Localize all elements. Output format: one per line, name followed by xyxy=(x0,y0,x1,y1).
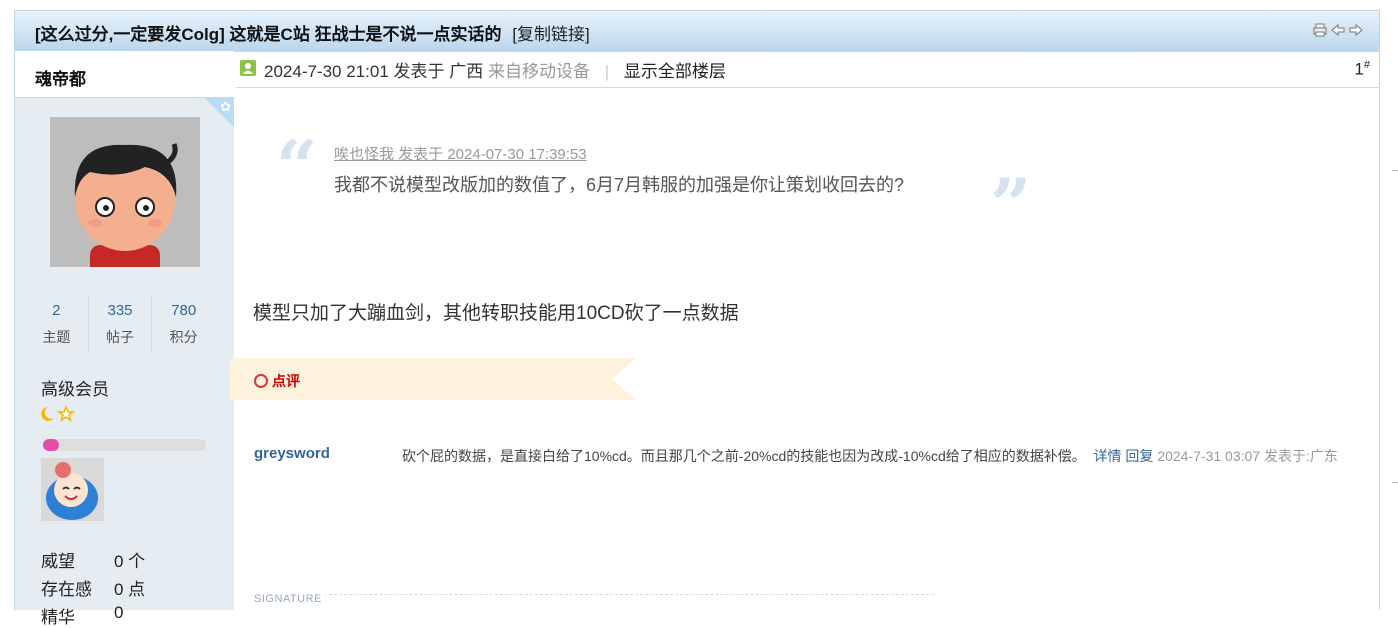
divider xyxy=(1392,170,1398,171)
info-label: 存在感 xyxy=(41,580,92,599)
info-value: 0 个 xyxy=(114,552,146,571)
info-presence: 存在感 0 点 xyxy=(41,575,145,600)
author-name[interactable]: 魂帝都 xyxy=(35,65,86,90)
comment-label: 点评 xyxy=(272,373,300,389)
info-label: 精华 xyxy=(41,608,75,627)
online-status-icon xyxy=(240,60,256,76)
stat-points[interactable]: 780 积分 xyxy=(152,297,215,353)
quote-author-link[interactable]: 唉也怪我 发表于 2024-07-30 17:39:53 xyxy=(334,143,587,164)
author-stats: 2 主题 335 帖子 780 积分 xyxy=(25,297,215,353)
stat-posts[interactable]: 335 帖子 xyxy=(89,297,153,353)
comment-content: 砍个屁的数据，是直接白给了10%cd。而且那几个之前-20%cd的技能也因为改成… xyxy=(402,441,1364,471)
meta-separator: | xyxy=(604,62,610,81)
printer-icon[interactable] xyxy=(1313,23,1327,37)
comment-username[interactable]: greysword xyxy=(254,445,330,462)
info-essence: 精华 0 xyxy=(41,603,123,628)
open-quote-icon: “ xyxy=(276,124,318,209)
post-meta: 2024-7-30 21:01 发表于 广西 来自移动设备 | 显示全部楼层 xyxy=(264,57,726,82)
post-header: 2024-7-30 21:01 发表于 广西 来自移动设备 | 显示全部楼层 1… xyxy=(236,41,1380,88)
floor-value: 1 xyxy=(1354,59,1364,79)
signature-label: SIGNATURE xyxy=(254,593,326,605)
comment-section-title: 点评 xyxy=(254,371,300,391)
divider xyxy=(1392,482,1398,483)
level-progress-fill xyxy=(43,439,60,451)
stat-value: 2 xyxy=(52,302,61,319)
stat-label: 帖子 xyxy=(106,329,134,345)
quote-block: “ 唉也怪我 发表于 2024-07-30 17:39:53 我都不说模型改版加… xyxy=(264,124,1031,241)
close-quote-icon: ” xyxy=(990,162,1032,247)
comment-reply-link[interactable]: 回复 xyxy=(1125,448,1153,464)
signature-divider: SIGNATURE xyxy=(254,593,934,605)
info-value: 0 点 xyxy=(114,580,146,599)
post-device: 来自移动设备 xyxy=(487,62,590,81)
info-label: 威望 xyxy=(41,552,75,571)
comment-text: 砍个屁的数据，是直接白给了10%cd。而且那几个之前-20%cd的技能也因为改成… xyxy=(402,448,1086,464)
author-sidebar: 魂帝都 ✿ 2 主题 335 帖子 780 积分 高级会员 威望 0 个 存在感… xyxy=(15,51,234,627)
comment-time: 2024-7-31 03:07 发表于:广东 xyxy=(1157,448,1338,464)
rank-moon-star-icon xyxy=(39,404,79,428)
user-rank[interactable]: 高级会员 xyxy=(41,375,109,400)
post-location: 发表于 广西 xyxy=(393,62,484,81)
floor-number[interactable]: 1# xyxy=(1354,59,1370,80)
post-date: 2024-7-30 21:01 xyxy=(264,62,389,81)
stat-label: 主题 xyxy=(42,329,71,345)
stat-threads[interactable]: 2 主题 xyxy=(25,297,89,353)
online-flower-icon: ✿ xyxy=(220,99,231,114)
comment-detail-link[interactable]: 详情 xyxy=(1094,448,1122,464)
circle-icon xyxy=(254,374,268,388)
avatar[interactable] xyxy=(50,117,200,267)
author-name-row: 魂帝都 xyxy=(15,51,234,98)
floor-mark: # xyxy=(1363,59,1370,71)
post-content: 模型只加了大蹦血剑，其他转职技能用10CD砍了一点数据 xyxy=(253,303,739,324)
right-sidebar-fragment xyxy=(1390,0,1398,606)
show-all-floors-link[interactable]: 显示全部楼层 xyxy=(624,62,726,81)
stat-value: 780 xyxy=(171,302,197,319)
arrow-right-icon[interactable] xyxy=(1349,23,1363,37)
medal-badge[interactable] xyxy=(41,458,104,521)
arrow-left-icon[interactable] xyxy=(1331,23,1345,37)
thread-toolbar xyxy=(1313,23,1363,37)
stat-label: 积分 xyxy=(169,329,198,345)
info-prestige: 威望 0 个 xyxy=(41,547,145,572)
level-progress-bar xyxy=(43,439,206,451)
info-value: 0 xyxy=(114,603,124,622)
stat-value: 335 xyxy=(107,302,133,319)
quote-text: 我都不说模型改版加的数值了，6月7月韩服的加强是你让策划收回去的? xyxy=(334,175,905,195)
